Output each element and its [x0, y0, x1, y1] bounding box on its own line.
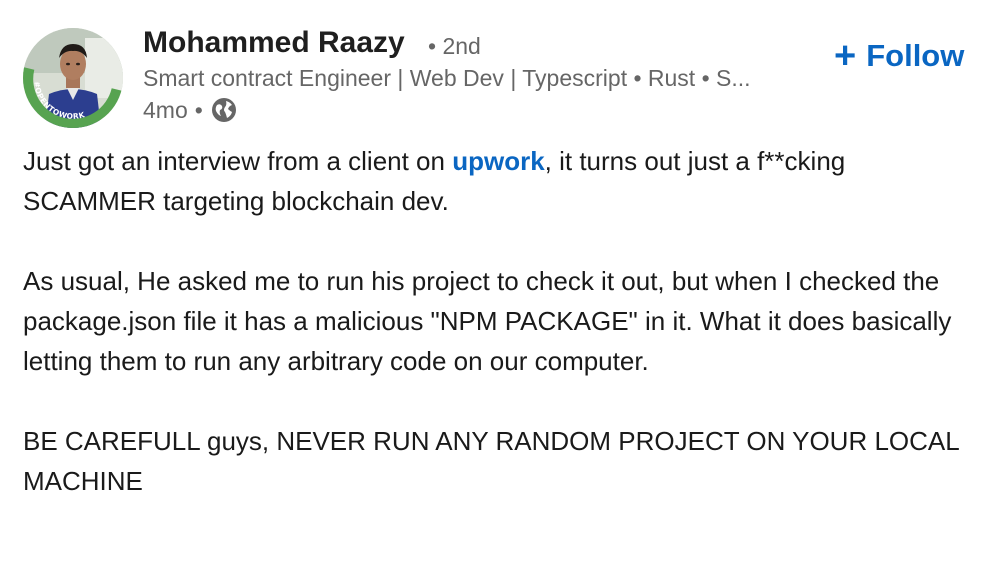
actor-headline[interactable]: Smart contract Engineer | Web Dev | Type… [143, 65, 823, 92]
post-paragraph: As usual, He asked me to run his project… [23, 266, 952, 376]
connection-degree: • 2nd [428, 33, 481, 59]
mention-link[interactable]: upwork [452, 146, 544, 176]
meta-separator: • [194, 96, 203, 123]
actor-name[interactable]: Mohammed Raazy [143, 26, 405, 60]
post-meta: 4mo • [143, 96, 237, 124]
follow-button[interactable]: + Follow [834, 34, 965, 77]
linkedin-post: #OPENTOWORK Mohammed Raazy • 2nd Smart c… [0, 0, 1008, 564]
avatar[interactable]: #OPENTOWORK [23, 28, 123, 128]
post-paragraph: Just got an interview from a client on u… [23, 141, 983, 221]
post-paragraph: BE CAREFULL guys, NEVER RUN ANY RANDOM P… [23, 426, 959, 496]
globe-icon [211, 97, 237, 123]
post-text: Just got an interview from a client on [23, 146, 453, 176]
plus-icon: + [834, 34, 857, 77]
follow-button-label: Follow [866, 38, 965, 73]
avatar-photo: #OPENTOWORK [23, 28, 123, 128]
post-body: Just got an interview from a client on u… [23, 141, 983, 501]
post-time: 4mo [143, 96, 188, 123]
